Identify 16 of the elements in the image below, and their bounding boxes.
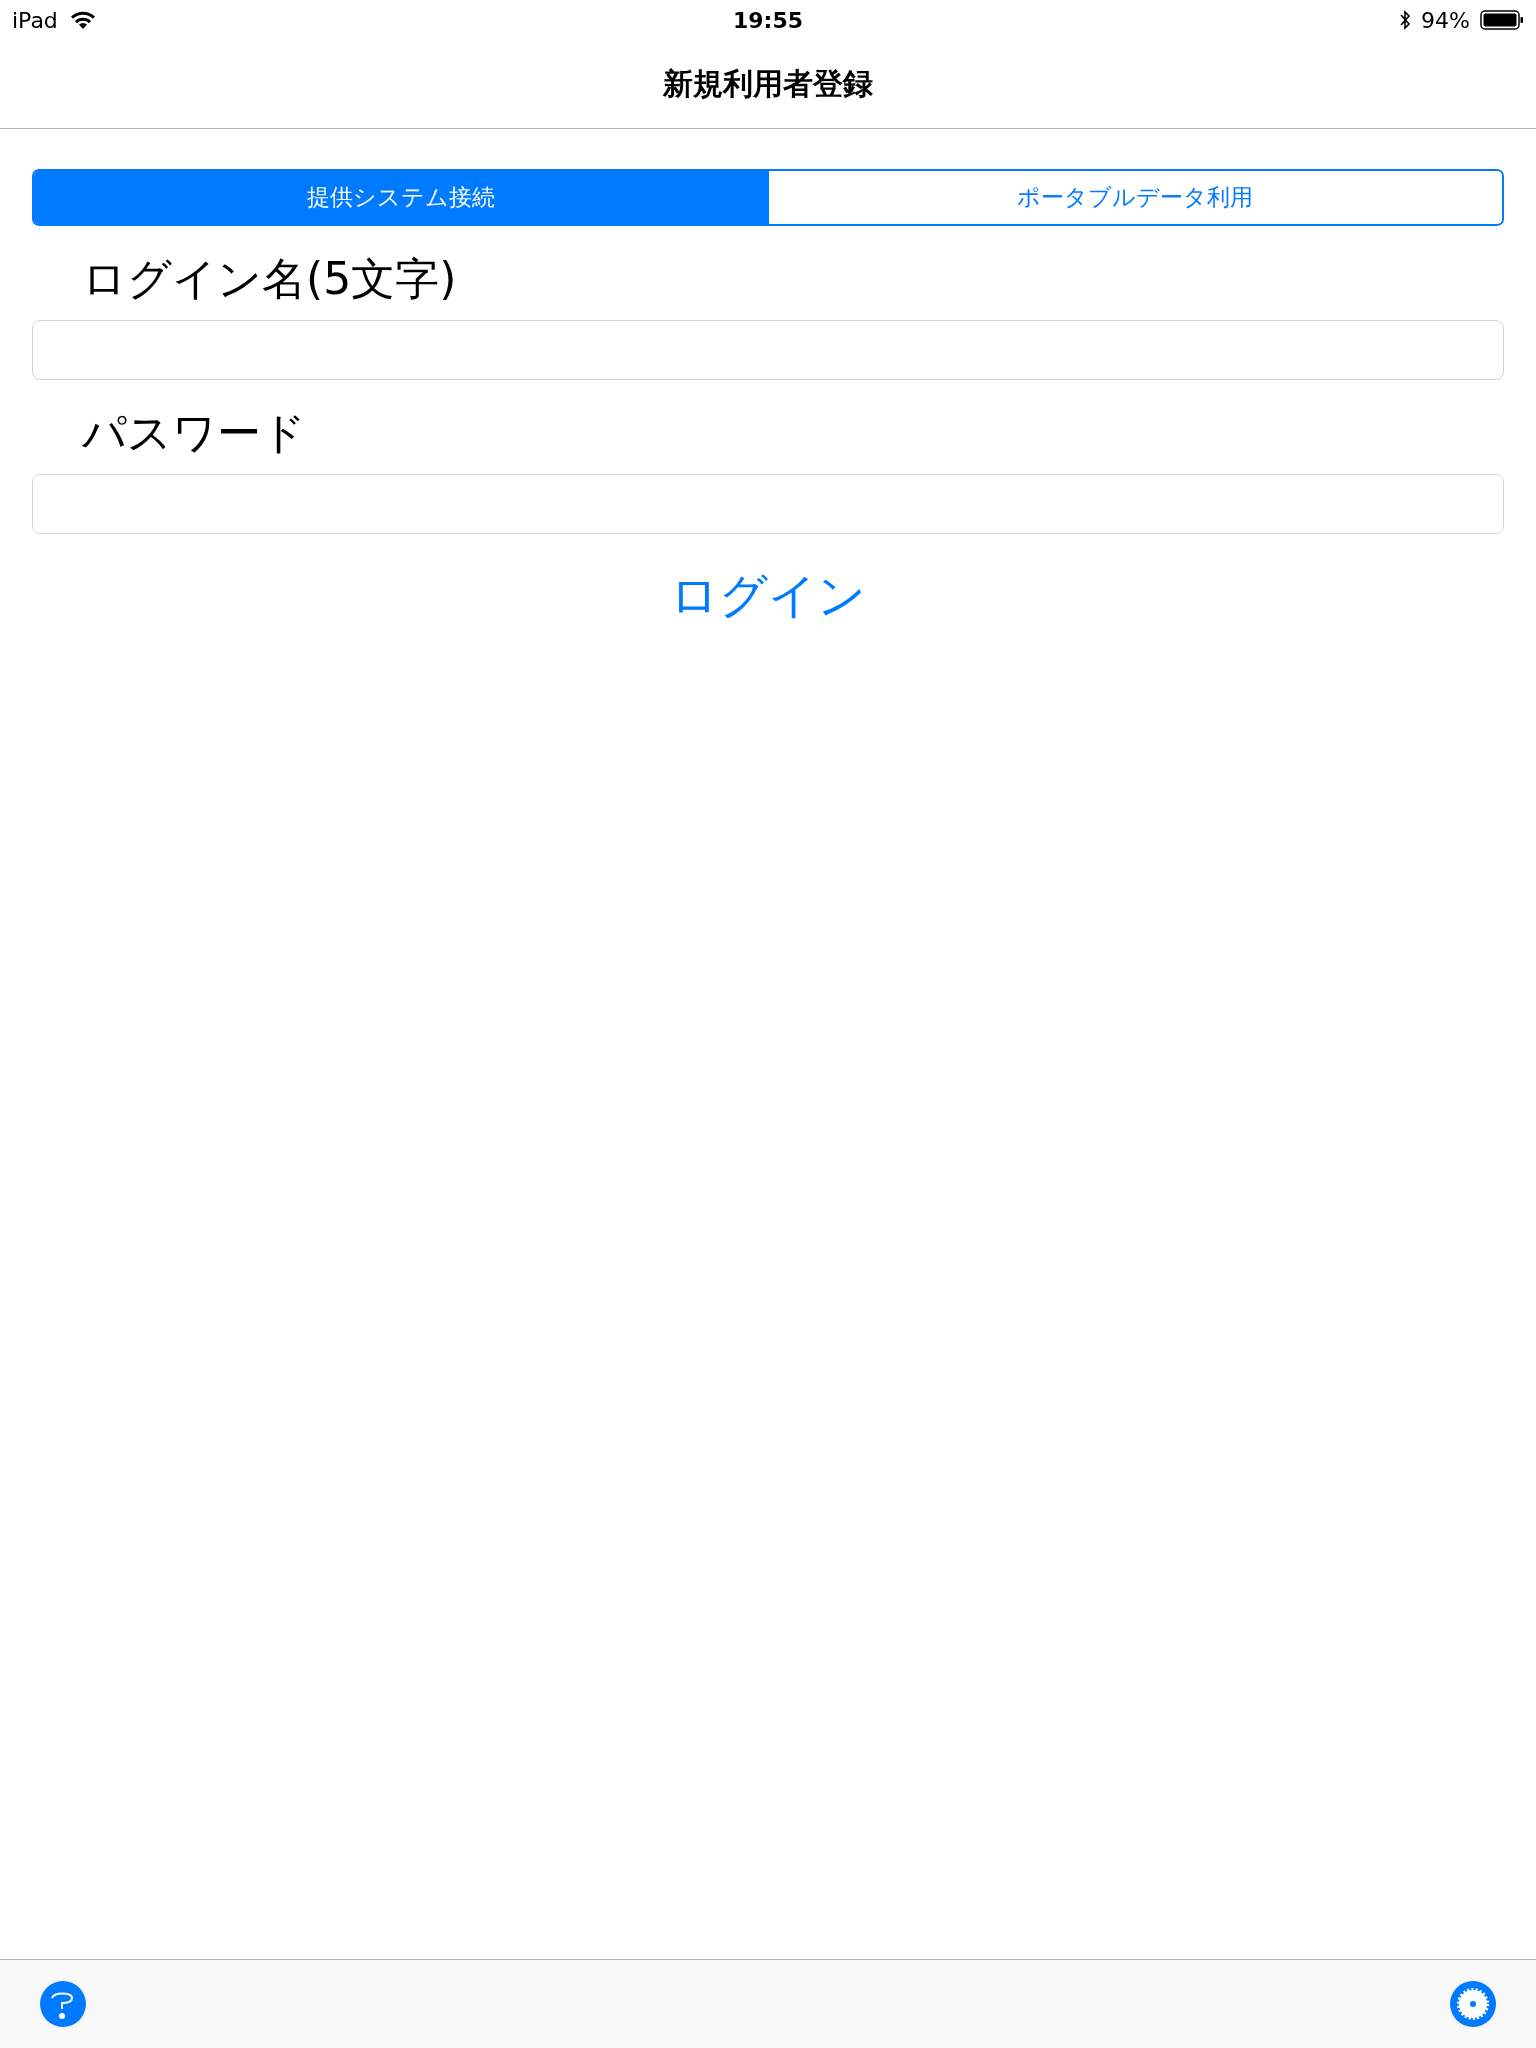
help-icon[interactable]: [40, 1981, 86, 2027]
screen-title: 新規利用者登録: [663, 64, 873, 103]
input-field[interactable]: [32, 320, 1504, 380]
wifi-icon: [69, 10, 96, 30]
input-field[interactable]: [32, 474, 1504, 534]
settings-icon[interactable]: [1450, 1981, 1496, 2027]
field-label: ログイン名(5文字): [82, 252, 458, 306]
segment-tab[interactable]: ポータブルデータ利用: [767, 171, 1502, 224]
device-name: iPad: [12, 7, 58, 33]
segment-tab[interactable]: 提供システム接続: [34, 171, 768, 224]
battery-icon: [1480, 10, 1524, 30]
field-label: パスワード: [82, 406, 307, 460]
battery-percentage: 94%: [1421, 7, 1470, 33]
clock: 19:55: [733, 7, 803, 33]
login-button[interactable]: ログイン: [662, 560, 874, 632]
bluetooth-icon: [1399, 10, 1412, 30]
